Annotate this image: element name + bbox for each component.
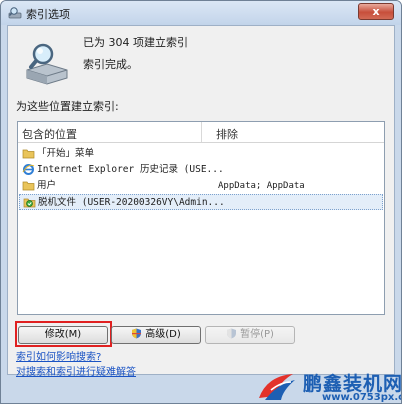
pause-button-label: 暂停(P)	[240, 329, 274, 340]
list-item[interactable]: 用户 AppData; AppData	[19, 178, 383, 194]
location-name: 用户	[37, 180, 57, 191]
title-bar[interactable]: 索引选项 x	[1, 1, 401, 25]
site-logo-icon	[259, 374, 295, 400]
locations-heading: 为这些位置建立索引:	[16, 100, 119, 113]
offline-files-icon	[23, 198, 36, 208]
dialog-body: 已为 304 项建立索引 索引完成。 为这些位置建立索引: 包含的位置 排除 「…	[7, 25, 395, 378]
folder-icon	[22, 149, 35, 159]
ie-icon	[22, 164, 35, 175]
indexing-options-window: 索引选项 x 已为 304 项建立索引 索引完成。 为这些位置建立索引: 包含的…	[0, 0, 402, 404]
how-indexing-affects-search-link[interactable]: 索引如何影响搜索?	[16, 348, 101, 363]
pause-button[interactable]: 暂停(P)	[205, 326, 295, 344]
location-name: Internet Explorer 历史记录 (USE...	[37, 164, 224, 175]
locations-list[interactable]: 包含的位置 排除 「开始」菜单 Internet Explorer 历史记录 (…	[17, 121, 385, 315]
indexing-complete-text: 索引完成。	[83, 58, 138, 71]
advanced-button-label: 高级(D)	[145, 329, 181, 340]
indexing-status-icon	[26, 43, 68, 85]
indexing-icon	[8, 7, 22, 19]
folder-icon	[22, 181, 35, 191]
list-header: 包含的位置 排除	[18, 122, 384, 143]
window-title: 索引选项	[26, 8, 70, 21]
advanced-button[interactable]: 高级(D)	[111, 326, 201, 344]
column-divider[interactable]	[201, 122, 202, 142]
column-header-included[interactable]: 包含的位置	[22, 126, 77, 142]
modify-button-label: 修改(M)	[44, 329, 82, 340]
list-item[interactable]: Internet Explorer 历史记录 (USE...	[19, 162, 383, 178]
location-name: 脱机文件 (USER-20200326VY\Admin...	[38, 197, 225, 208]
list-item[interactable]: 「开始」菜单	[19, 146, 383, 162]
troubleshoot-link[interactable]: 对搜索和索引进行疑难解答	[16, 363, 136, 378]
list-item-selected[interactable]: 脱机文件 (USER-20200326VY\Admin...	[19, 194, 383, 210]
column-header-exclude[interactable]: 排除	[216, 126, 238, 142]
modify-button[interactable]: 修改(M)	[18, 326, 108, 344]
location-exclude: AppData; AppData	[218, 181, 305, 191]
close-button[interactable]: x	[358, 3, 394, 20]
watermark-url: www.0753px.com	[322, 392, 401, 403]
indexed-count-text: 已为 304 项建立索引	[83, 36, 188, 49]
location-name: 「开始」菜单	[37, 148, 95, 159]
shield-icon	[132, 328, 142, 339]
shield-icon	[227, 328, 237, 339]
